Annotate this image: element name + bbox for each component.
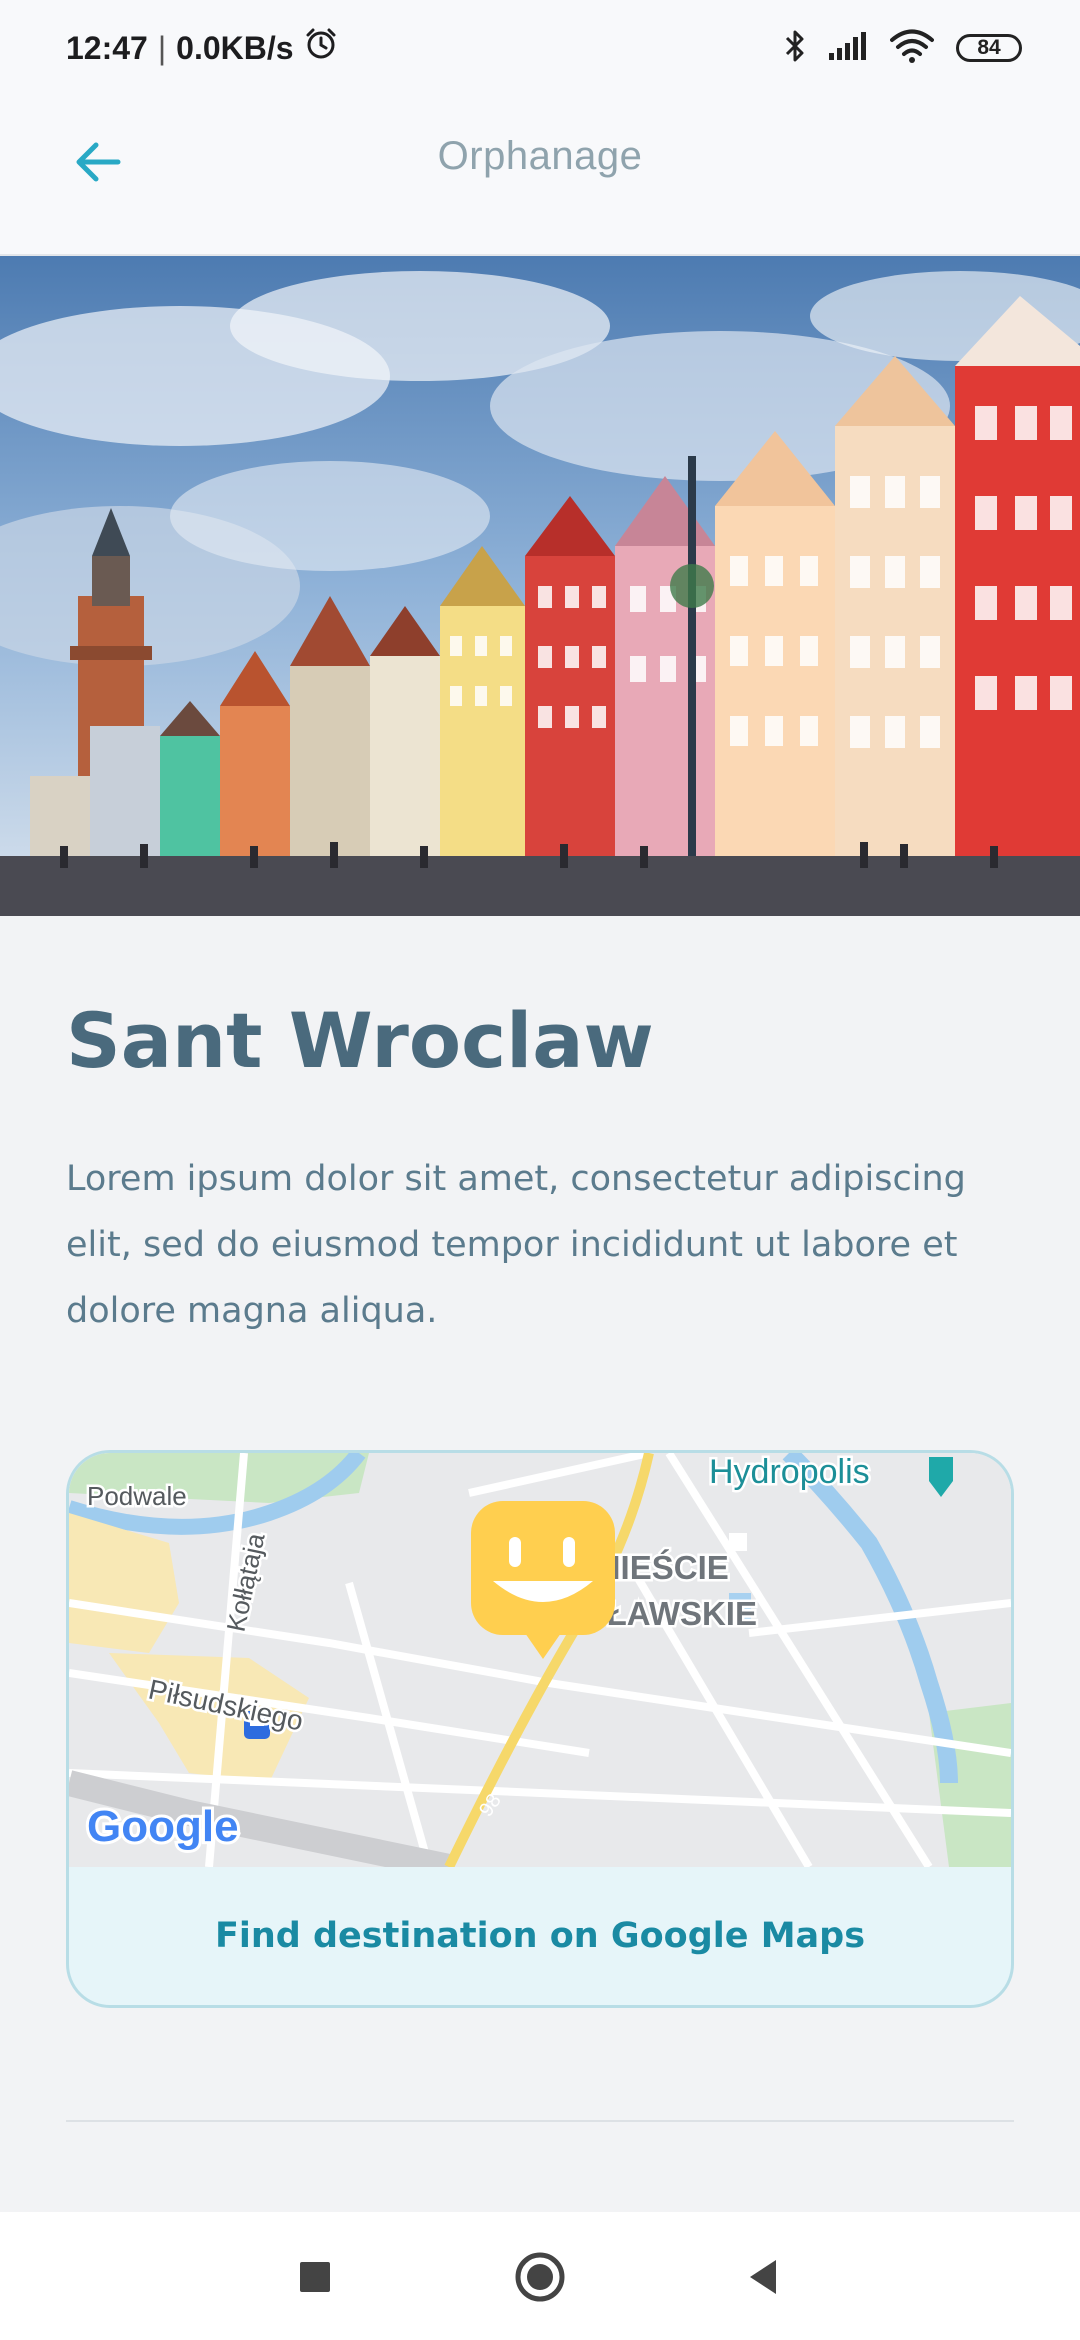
system-nav-bar [0, 2212, 1080, 2340]
map-google-logo: Google [87, 1802, 239, 1851]
map-preview[interactable]: Podwale Hydropolis Kołłątaja Piłsudskieg… [69, 1453, 1011, 1867]
status-separator: | [157, 29, 167, 66]
status-bar: 12:47 | 0.0KB/s 84 [0, 0, 1080, 96]
home-circle-icon[interactable] [513, 2250, 567, 2304]
status-right: 84 [784, 26, 1022, 70]
content-divider [66, 2120, 1014, 2122]
recents-square-icon[interactable] [288, 2250, 342, 2304]
place-title: Sant Wroclaw [66, 996, 654, 1085]
app-bar: Orphanage [0, 96, 1080, 256]
battery-icon: 84 [956, 34, 1022, 62]
map-label-podwale: Podwale [87, 1481, 187, 1511]
find-on-google-maps-button[interactable]: Find destination on Google Maps [69, 1867, 1011, 2005]
alarm-icon [304, 27, 338, 69]
battery-level: 84 [977, 36, 1001, 59]
signal-icon [828, 31, 868, 65]
status-time: 12:47 [66, 29, 148, 66]
hero-image [0, 256, 1080, 916]
map-label-hydropolis: Hydropolis [709, 1453, 870, 1491]
map-card[interactable]: Podwale Hydropolis Kołłątaja Piłsudskieg… [66, 1450, 1014, 2008]
place-description: Lorem ipsum dolor sit amet, consectetur … [66, 1159, 966, 1331]
status-left: 12:47 | 0.0KB/s [66, 24, 338, 72]
wifi-icon [890, 29, 934, 67]
page-title: Orphanage [437, 134, 643, 178]
back-triangle-icon[interactable] [738, 2250, 792, 2304]
bluetooth-icon [784, 28, 806, 68]
status-network-speed: 0.0KB/s [176, 29, 294, 66]
